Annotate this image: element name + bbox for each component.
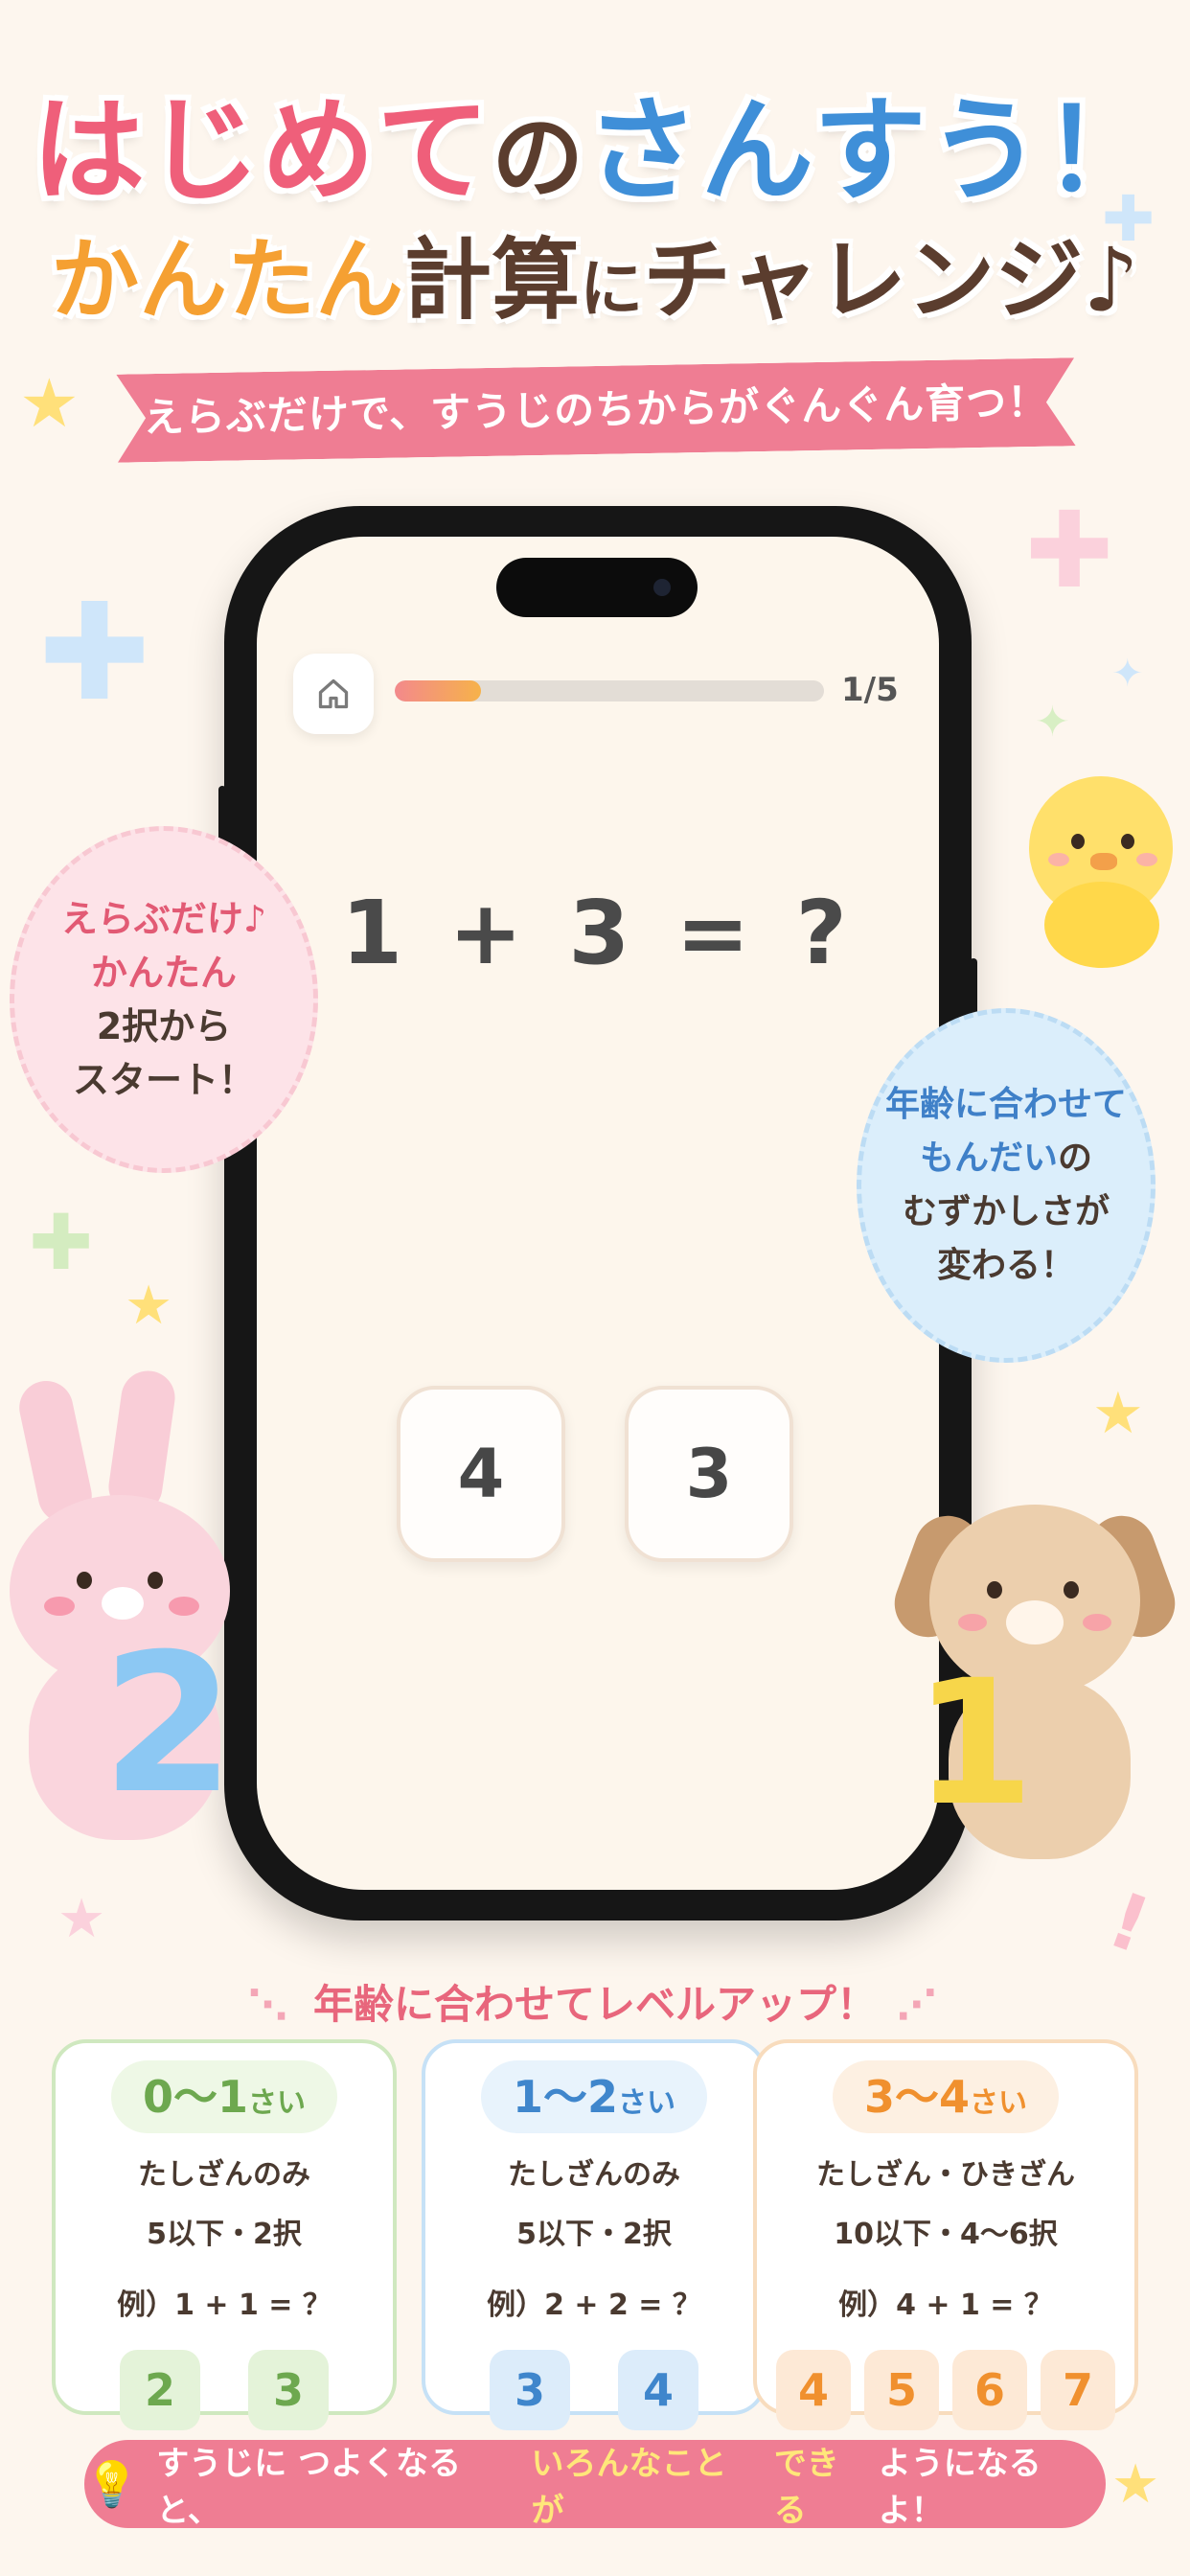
bubble-line: えらぶだけ♪ bbox=[60, 898, 267, 940]
choice-chip: 4 bbox=[776, 2350, 851, 2430]
bubble-line: の bbox=[1058, 1138, 1093, 1178]
headline-line1: はじめてのさんすう！ bbox=[0, 88, 1190, 220]
progress-bar bbox=[395, 680, 824, 702]
bubble-easy-choice: えらぶだけ♪ かんたん 2択から スタート！ bbox=[10, 826, 318, 1173]
level-card-3-4: 3〜4さい たしざん・ひきざん 10以下・4〜6択 例）4 + 1 = ？ 4 … bbox=[753, 2039, 1138, 2430]
age-unit: さい bbox=[248, 2086, 306, 2120]
choice-chips: 4 5 6 7 bbox=[757, 2350, 1134, 2430]
age-range: 0〜1 bbox=[142, 2071, 248, 2123]
phone-screen bbox=[257, 537, 939, 1890]
choice-chip: 3 bbox=[248, 2350, 329, 2430]
bunny-illustration: 2 bbox=[10, 1367, 240, 1850]
bottom-banner: 💡 すうじに つよくなると、 いろんなことが できる ようになるよ！ bbox=[84, 2440, 1106, 2530]
bubble-line: 年齢に合わせて bbox=[884, 1085, 1127, 1124]
star-icon: ★ bbox=[1111, 2453, 1160, 2516]
choice-chip: 2 bbox=[120, 2350, 200, 2430]
card-line2: 5以下・2択 bbox=[147, 2218, 302, 2251]
banner-text-b: いろんなことが bbox=[531, 2445, 727, 2530]
home-button[interactable] bbox=[293, 654, 374, 734]
bubble-line: もんだい bbox=[919, 1138, 1058, 1178]
card-line2: 5以下・2択 bbox=[516, 2218, 672, 2251]
headline-hajimete: はじめて bbox=[32, 84, 492, 217]
progress-fill bbox=[395, 680, 481, 702]
card-line1: たしざんのみ bbox=[508, 2158, 680, 2192]
star-icon: ★ bbox=[19, 364, 80, 443]
level-card-0-1: 0〜1さい たしざんのみ 5以下・2択 例）1 + 1 = ？ 2 3 bbox=[52, 2039, 397, 2430]
headline-ni: に bbox=[580, 252, 644, 326]
bubble-line: 変わる！ bbox=[936, 1246, 1075, 1285]
age-unit: さい bbox=[618, 2086, 675, 2120]
card-example: 例）1 + 1 = ？ bbox=[117, 2288, 332, 2322]
card-line1: たしざんのみ bbox=[138, 2158, 310, 2192]
sparkle-icon: ✦ bbox=[1111, 652, 1144, 696]
age-pill: 1〜2さい bbox=[481, 2060, 707, 2133]
headline-challenge: チャレンジ♪ bbox=[643, 229, 1139, 332]
lightbulb-icon: 💡 bbox=[84, 2457, 140, 2510]
choice-chip: 6 bbox=[952, 2350, 1027, 2430]
bubble-line: むずかしさが bbox=[902, 1192, 1110, 1231]
progress-label: 1/5 bbox=[841, 671, 899, 709]
bubble-line: 2択から bbox=[96, 1005, 232, 1047]
headline-kantan: かんたん bbox=[51, 229, 404, 332]
star-icon: ★ bbox=[57, 1888, 106, 1950]
exclamation-icon: ! bbox=[1097, 1874, 1161, 1971]
headline-keisan: 計算 bbox=[403, 229, 581, 332]
age-unit: さい bbox=[970, 2086, 1027, 2120]
answer-option-1[interactable]: 4 bbox=[397, 1386, 565, 1562]
level-section-title: ⋱ 年齢に合わせてレベルアップ！ ⋰ bbox=[247, 1981, 943, 2028]
home-icon bbox=[318, 678, 349, 709]
banner-text-e: ようになるよ！ bbox=[878, 2445, 1041, 2530]
choice-chips: 3 4 bbox=[425, 2350, 763, 2430]
camera-icon bbox=[653, 579, 671, 596]
star-icon: ★ bbox=[125, 1275, 173, 1337]
tagline-ribbon: えらぶだけで、すうじのちからがぐんぐん育つ！ bbox=[116, 357, 1075, 462]
headline-sansu: さんすう！ bbox=[585, 84, 1158, 217]
answer-option-2[interactable]: 3 bbox=[625, 1386, 793, 1562]
age-range: 1〜2 bbox=[512, 2071, 618, 2123]
plus-icon: ✚ bbox=[1025, 489, 1114, 611]
star-icon: ★ bbox=[1092, 1380, 1144, 1447]
level-title-text: 年齢に合わせてレベルアップ！ bbox=[312, 1981, 877, 2028]
card-example: 例）2 + 2 = ？ bbox=[487, 2288, 701, 2322]
bubble-age-difficulty: 年齢に合わせて もんだいの むずかしさが 変わる！ bbox=[857, 1008, 1156, 1363]
choice-chip: 4 bbox=[618, 2350, 698, 2430]
choice-chip: 5 bbox=[864, 2350, 939, 2430]
age-range: 3〜4 bbox=[863, 2071, 970, 2123]
chick-illustration bbox=[1016, 767, 1184, 978]
banner-text-a: すうじに つよくなると、 bbox=[156, 2445, 462, 2530]
card-example: 例）4 + 1 = ？ bbox=[838, 2288, 1053, 2322]
bubble-line: スタート！ bbox=[72, 1059, 255, 1101]
age-pill: 3〜4さい bbox=[833, 2060, 1059, 2133]
choice-chip: 7 bbox=[1041, 2350, 1115, 2430]
headline-no: の bbox=[492, 104, 586, 212]
sparkle-icon: ✦ bbox=[1035, 698, 1070, 747]
bubble-line: かんたん bbox=[90, 952, 237, 994]
plus-icon: ✚ bbox=[38, 575, 151, 731]
puppy-illustration: 1 bbox=[884, 1495, 1185, 1869]
choice-chip: 3 bbox=[490, 2350, 570, 2430]
question-text: 1 + 3 = ? bbox=[341, 882, 855, 984]
age-pill: 0〜1さい bbox=[111, 2060, 337, 2133]
level-card-1-2: 1〜2さい たしざんのみ 5以下・2択 例）2 + 2 = ？ 3 4 bbox=[422, 2039, 767, 2430]
plus-icon: ✚ bbox=[29, 1198, 94, 1287]
card-line1: たしざん・ひきざん bbox=[816, 2158, 1075, 2192]
choice-chips: 2 3 bbox=[56, 2350, 393, 2430]
dynamic-island bbox=[496, 558, 698, 617]
headline-line2: かんたん計算にチャレンジ♪ bbox=[0, 228, 1190, 342]
banner-text-d: できる bbox=[773, 2445, 839, 2530]
card-line2: 10以下・4〜6択 bbox=[834, 2218, 1058, 2251]
